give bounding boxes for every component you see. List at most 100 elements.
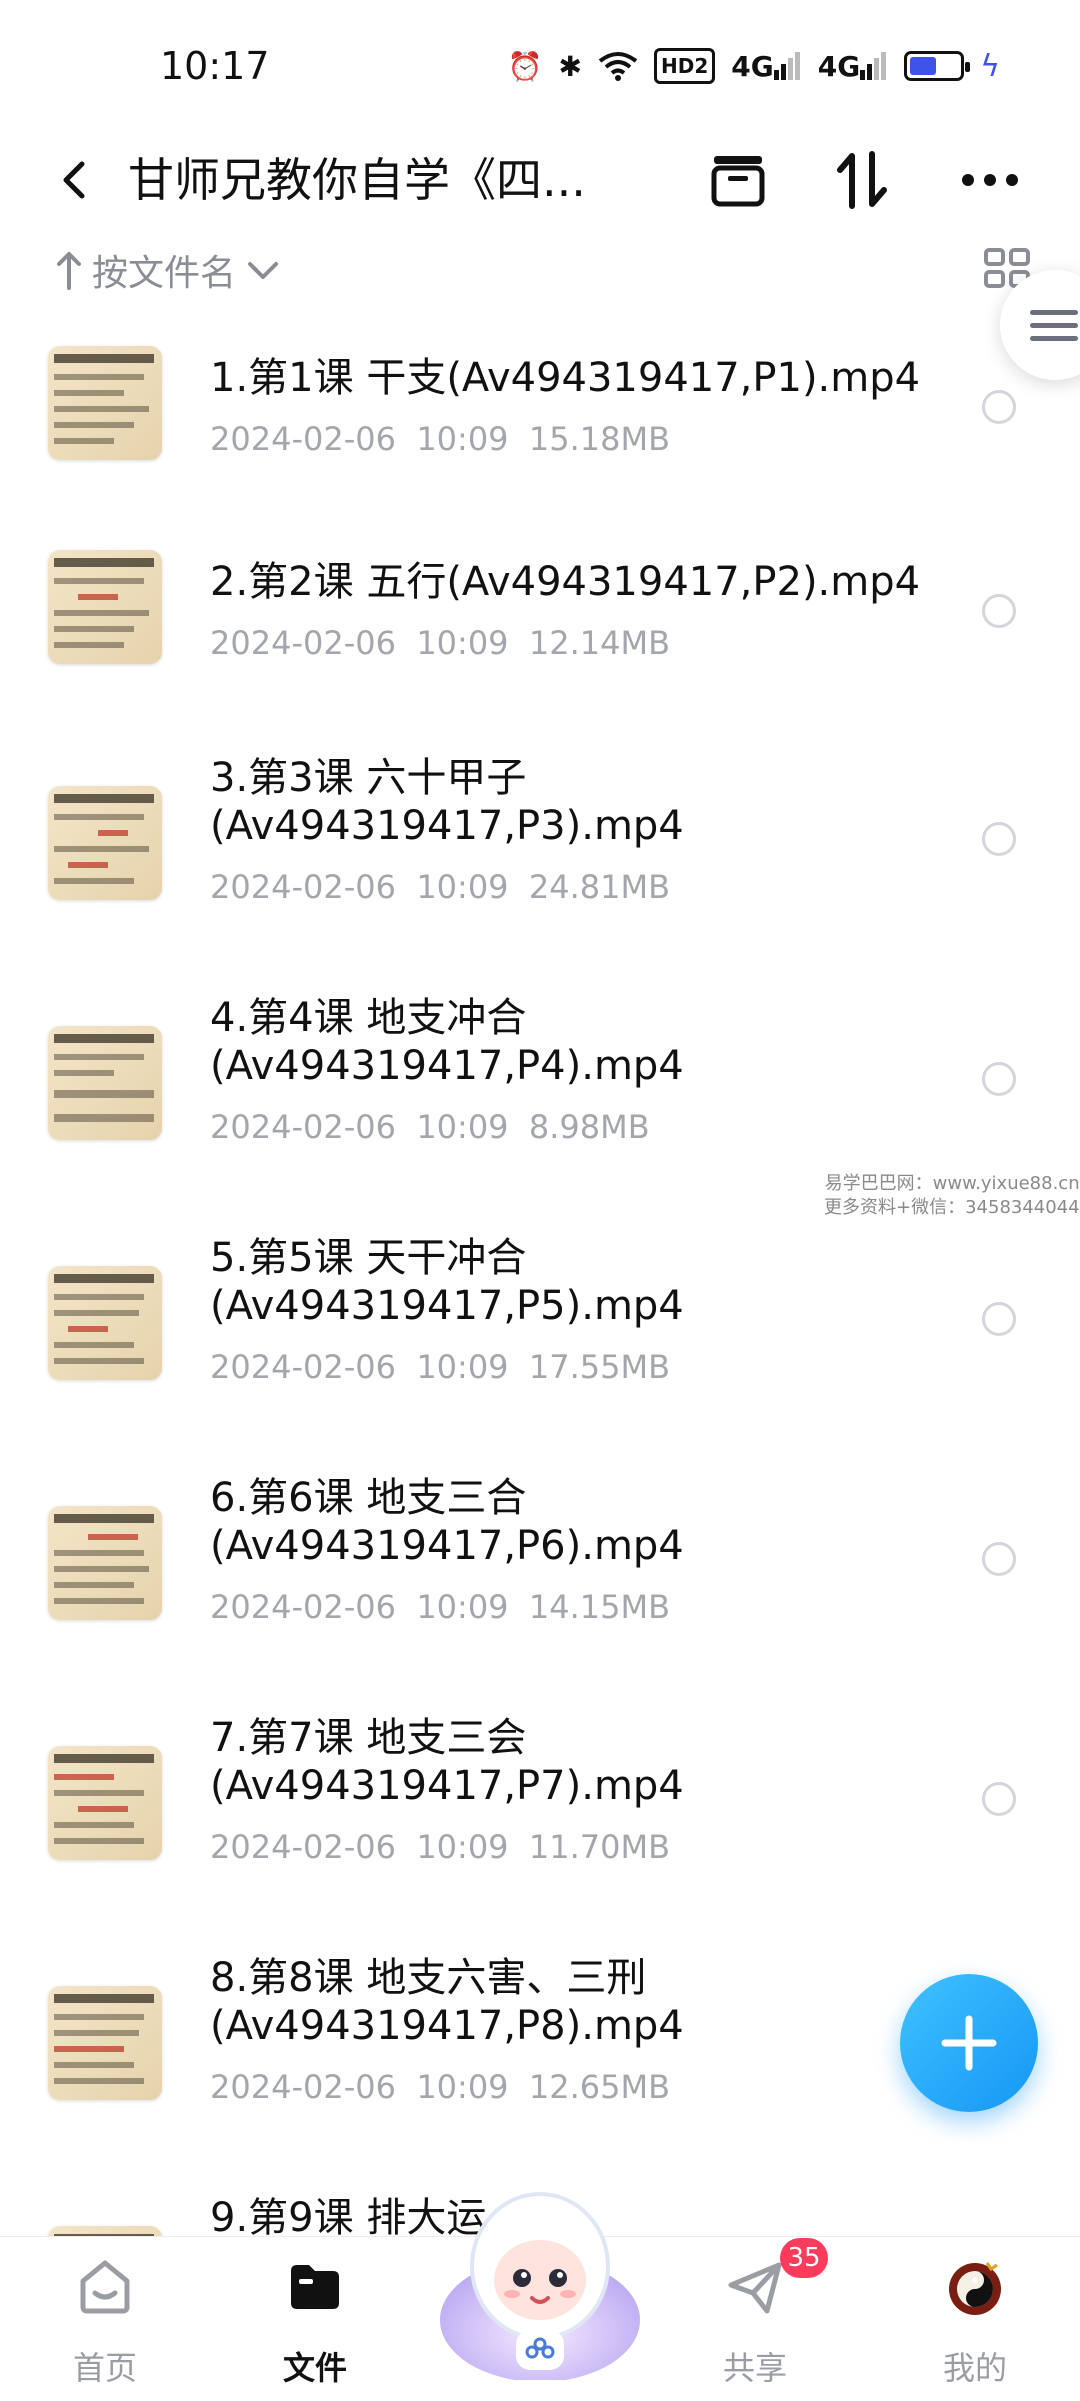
- nav-mine-label: 我的: [942, 2349, 1007, 2387]
- nav-files[interactable]: 文件: [240, 2237, 390, 2401]
- select-checkbox[interactable]: [982, 594, 1016, 628]
- select-checkbox[interactable]: [982, 1782, 1016, 1816]
- file-row-2[interactable]: 2.第2课 五行(Av494319417,P2).mp4 2024-02-06 …: [0, 524, 1080, 724]
- video-thumbnail: [48, 1506, 162, 1620]
- back-button[interactable]: [44, 150, 104, 210]
- file-meta: 2024-02-06 10:09 12.65MB: [210, 2068, 670, 2106]
- file-meta: 2024-02-06 10:09 15.18MB: [210, 420, 670, 458]
- file-size: 12.14MB: [528, 624, 671, 662]
- file-time: 10:09: [416, 1348, 509, 1386]
- nav-files-label: 文件: [282, 2349, 347, 2387]
- file-row-6[interactable]: 6.第6课 地支三合(Av494319417,P6).mp4 2024-02-0…: [0, 1470, 1080, 1700]
- charging-icon: ϟ: [980, 48, 1000, 84]
- hd-icon: HD2: [654, 48, 716, 84]
- video-thumbnail: [48, 1026, 162, 1140]
- file-time: 10:09: [416, 868, 509, 906]
- avatar: [949, 2262, 1001, 2315]
- more-icon: [962, 174, 1018, 186]
- file-time: 10:09: [416, 1828, 509, 1866]
- file-size: 24.81MB: [528, 868, 671, 906]
- plus-icon: [941, 2015, 997, 2071]
- net-label: 4G: [817, 49, 861, 83]
- watermark: 易学巴巴网：www.yixue88.cn 更多资料+微信：3458344044: [824, 1172, 1080, 1220]
- bluetooth-icon: ✱: [558, 49, 582, 83]
- sort-icon: [837, 151, 887, 209]
- status-bar: 10:17 ⏰ ✱ HD2 4G 4G ϟ: [0, 0, 1080, 130]
- file-name: 5.第5课 天干冲合(Av494319417,P5).mp4: [210, 1235, 684, 1329]
- file-meta: 2024-02-06 10:09 12.14MB: [210, 624, 670, 662]
- file-date: 2024-02-06: [210, 2068, 396, 2106]
- archive-icon: [711, 156, 765, 207]
- video-thumbnail: [48, 1266, 162, 1380]
- file-name: 4.第4课 地支冲合(Av494319417,P4).mp4: [210, 995, 684, 1089]
- file-time: 10:09: [416, 2068, 509, 2106]
- file-date: 2024-02-06: [210, 1348, 396, 1386]
- file-date: 2024-02-06: [210, 868, 396, 906]
- video-thumbnail: [48, 550, 162, 664]
- file-name: 1.第1课 干支(Av494319417,P1).mp4: [210, 355, 921, 401]
- file-name: 7.第7课 地支三会(Av494319417,P7).mp4: [210, 1715, 684, 1809]
- arrow-up-icon: [57, 252, 81, 290]
- file-date: 2024-02-06: [210, 624, 396, 662]
- file-date: 2024-02-06: [210, 1828, 396, 1866]
- video-thumbnail: [48, 786, 162, 900]
- net-label: 4G: [731, 49, 774, 83]
- nav-mine[interactable]: 我的: [900, 2237, 1050, 2401]
- battery-icon: [904, 51, 971, 81]
- select-checkbox[interactable]: [982, 390, 1016, 424]
- file-meta: 2024-02-06 10:09 17.55MB: [210, 1348, 670, 1386]
- file-size: 17.55MB: [528, 1348, 671, 1386]
- file-row-5[interactable]: 5.第5课 天干冲合(Av494319417,P5).mp4 2024-02-0…: [0, 1230, 1080, 1460]
- file-row-7[interactable]: 7.第7课 地支三会(Av494319417,P7).mp4 2024-02-0…: [0, 1710, 1080, 1940]
- watermark-line-2: 更多资料+微信：3458344044: [824, 1197, 1080, 1218]
- status-time: 10:17: [160, 44, 270, 88]
- mascot-assistant-button[interactable]: [432, 2180, 648, 2380]
- nav-share-label: 共享: [722, 2349, 787, 2387]
- file-time: 10:09: [416, 1588, 509, 1626]
- file-size: 11.70MB: [528, 1828, 671, 1866]
- file-meta: 2024-02-06 10:09 11.70MB: [210, 1828, 670, 1866]
- select-checkbox[interactable]: [982, 1062, 1016, 1096]
- sort-button[interactable]: [830, 148, 894, 212]
- select-checkbox[interactable]: [982, 822, 1016, 856]
- file-date: 2024-02-06: [210, 420, 396, 458]
- header: 甘师兄教你自学《四...: [0, 130, 1080, 230]
- file-size: 8.98MB: [528, 1108, 650, 1146]
- folder-icon: [291, 2265, 339, 2309]
- select-checkbox[interactable]: [982, 1542, 1016, 1576]
- signal-4g-icon: 4G: [731, 50, 801, 83]
- page-title: 甘师兄教你自学《四...: [128, 153, 586, 207]
- file-name: 8.第8课 地支六害、三刑(Av494319417,P8).mp4: [210, 1955, 684, 2049]
- nav-home-label: 首页: [72, 2349, 137, 2387]
- select-checkbox[interactable]: [982, 1302, 1016, 1336]
- file-row-3[interactable]: 3.第3课 六十甲子(Av494319417,P3).mp4 2024-02-0…: [0, 750, 1080, 980]
- status-icons: ⏰ ✱ HD2 4G 4G ϟ: [508, 44, 1000, 88]
- file-time: 10:09: [416, 624, 509, 662]
- video-thumbnail: [48, 1746, 162, 1860]
- signal-4g-icon: 4G: [818, 50, 888, 83]
- more-button[interactable]: [958, 148, 1022, 212]
- add-button[interactable]: [900, 1974, 1038, 2112]
- wifi-icon: [598, 51, 638, 81]
- file-date: 2024-02-06: [210, 1108, 396, 1146]
- file-row-1[interactable]: 1.第1课 干支(Av494319417,P1).mp4 2024-02-06 …: [0, 320, 1080, 520]
- file-name: 2.第2课 五行(Av494319417,P2).mp4: [210, 559, 921, 605]
- file-name: 6.第6课 地支三合(Av494319417,P6).mp4: [210, 1475, 684, 1569]
- video-thumbnail: [48, 346, 162, 460]
- sort-label: 按文件名: [92, 253, 237, 294]
- nav-home[interactable]: 首页: [30, 2237, 180, 2401]
- file-time: 10:09: [416, 420, 509, 458]
- file-meta: 2024-02-06 10:09 24.81MB: [210, 868, 670, 906]
- file-size: 12.65MB: [528, 2068, 671, 2106]
- file-time: 10:09: [416, 1108, 509, 1146]
- chevron-down-icon: [248, 262, 279, 279]
- share-count-badge: 35: [780, 2238, 828, 2278]
- file-name: 3.第3课 六十甲子(Av494319417,P3).mp4: [210, 755, 684, 849]
- paper-plane-icon: [728, 2262, 782, 2314]
- watermark-line-1: 易学巴巴网：www.yixue88.cn: [824, 1173, 1080, 1194]
- archive-button[interactable]: [706, 148, 770, 212]
- alarm-icon: ⏰: [507, 49, 543, 83]
- file-size: 15.18MB: [528, 420, 671, 458]
- file-meta: 2024-02-06 10:09 14.15MB: [210, 1588, 670, 1626]
- sort-control[interactable]: 按文件名: [56, 240, 280, 300]
